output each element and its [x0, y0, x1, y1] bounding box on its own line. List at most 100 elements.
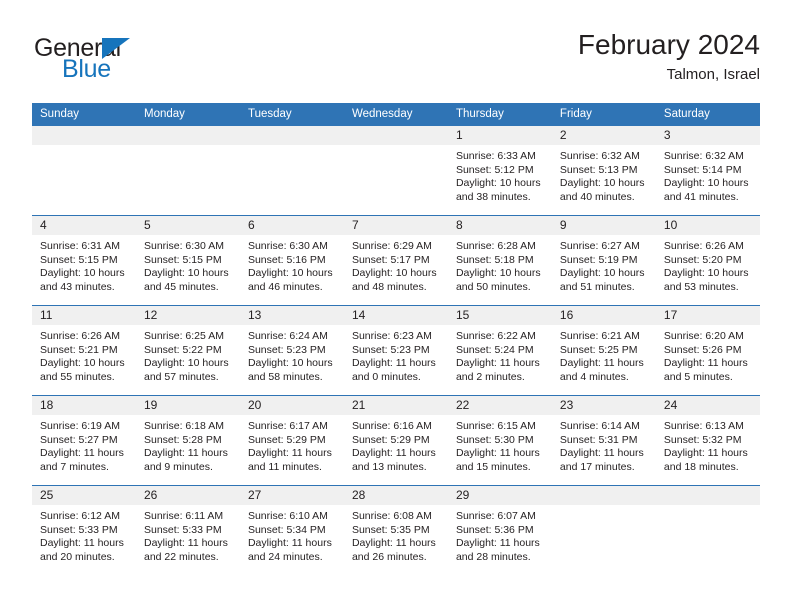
weekday-header-row: Sunday Monday Tuesday Wednesday Thursday…	[32, 103, 760, 126]
logo-word-blue: Blue	[62, 55, 111, 83]
sunrise-text: Sunrise: 6:31 AM	[40, 240, 120, 252]
daylight-text-line1: Daylight: 11 hours	[247, 447, 332, 460]
day-cell[interactable]: 11 Sunrise: 6:26 AM Sunset: 5:21 PM Dayligh…	[32, 305, 136, 396]
sunrise-text: Sunrise: 6:24 AM	[247, 330, 328, 342]
day-cell[interactable]: 10 Sunrise: 6:26 AM Sunset: 5:20 PM Dayligh…	[655, 215, 760, 306]
day-cell[interactable]: 16 Sunrise: 6:21 AM Sunset: 5:25 PM Dayligh…	[551, 305, 656, 396]
day-number	[343, 126, 448, 145]
day-details: Sunrise: 6:22 AM Sunset: 5:24 PM Daylight:…	[448, 325, 552, 384]
daylight-text-line2: and 57 minutes.	[143, 370, 219, 383]
day-cell[interactable]: 26 Sunrise: 6:11 AM Sunset: 5:33 PM Dayligh…	[135, 485, 240, 575]
day-number: 13	[239, 306, 344, 325]
day-cell[interactable]: 20 Sunrise: 6:17 AM Sunset: 5:29 PM Dayligh…	[239, 395, 344, 486]
sunrise-text: Sunrise: 6:10 AM	[247, 510, 328, 522]
day-cell[interactable]: 3 Sunrise: 6:32 AM Sunset: 5:14 PM Daylight…	[655, 126, 760, 216]
day-details: Sunrise: 6:08 AM Sunset: 5:35 PM Daylight:…	[344, 505, 448, 564]
day-cell[interactable]: 8 Sunrise: 6:28 AM Sunset: 5:18 PM Daylight…	[447, 215, 552, 306]
sunset-text: Sunset: 5:30 PM	[455, 433, 534, 446]
day-details: Sunrise: 6:28 AM Sunset: 5:18 PM Daylight:…	[448, 235, 552, 294]
day-cell[interactable]: 2 Sunrise: 6:32 AM Sunset: 5:13 PM Daylight…	[551, 126, 656, 216]
day-cell[interactable]: 1 Sunrise: 6:33 AM Sunset: 5:12 PM Daylight…	[447, 126, 552, 216]
day-number: 27	[239, 486, 344, 505]
day-number: 28	[343, 486, 448, 505]
day-cell[interactable]: 22 Sunrise: 6:15 AM Sunset: 5:30 PM Dayligh…	[447, 395, 552, 486]
daylight-text-line2: and 50 minutes.	[455, 280, 531, 293]
daylight-text-line1: Daylight: 10 hours	[40, 267, 125, 280]
sunrise-text: Sunrise: 6:32 AM	[559, 150, 640, 162]
day-cell[interactable]: 18 Sunrise: 6:19 AM Sunset: 5:27 PM Dayligh…	[32, 395, 136, 486]
sunrise-text: Sunrise: 6:07 AM	[455, 510, 536, 522]
day-cell[interactable]: 12 Sunrise: 6:25 AM Sunset: 5:22 PM Dayligh…	[135, 305, 240, 396]
day-cell[interactable]: 25 Sunrise: 6:12 AM Sunset: 5:33 PM Dayligh…	[32, 485, 136, 575]
day-cell[interactable]: 24 Sunrise: 6:13 AM Sunset: 5:32 PM Dayligh…	[655, 395, 760, 486]
daylight-text-line2: and 13 minutes.	[351, 460, 427, 473]
daylight-text-line2: and 15 minutes.	[455, 460, 531, 473]
daylight-text-line1: Daylight: 10 hours	[143, 267, 229, 280]
day-details	[32, 145, 136, 150]
day-cell[interactable]: 13 Sunrise: 6:24 AM Sunset: 5:23 PM Dayligh…	[239, 305, 344, 396]
day-details: Sunrise: 6:21 AM Sunset: 5:25 PM Daylight:…	[552, 325, 656, 384]
daylight-text-line1: Daylight: 11 hours	[351, 357, 436, 370]
sunrise-text: Sunrise: 6:30 AM	[247, 240, 328, 252]
daylight-text-line1: Daylight: 11 hours	[40, 447, 124, 460]
weekday-header-saturday: Saturday	[655, 103, 760, 126]
sunset-text: Sunset: 5:28 PM	[143, 433, 222, 446]
day-cell[interactable]: 17 Sunrise: 6:20 AM Sunset: 5:26 PM Dayligh…	[655, 305, 760, 396]
day-cell[interactable]: 4 Sunrise: 6:31 AM Sunset: 5:15 PM Daylight…	[32, 215, 136, 306]
day-cell[interactable]: 6 Sunrise: 6:30 AM Sunset: 5:16 PM Daylight…	[239, 215, 344, 306]
day-cell[interactable]: 23 Sunrise: 6:14 AM Sunset: 5:31 PM Dayligh…	[551, 395, 656, 486]
daylight-text-line1: Daylight: 11 hours	[247, 537, 332, 550]
day-number: 20	[239, 396, 344, 415]
day-cell[interactable]	[343, 126, 448, 216]
sunrise-text: Sunrise: 6:26 AM	[663, 240, 744, 252]
day-cell[interactable]	[32, 126, 136, 216]
calendar-body: 1 Sunrise: 6:33 AM Sunset: 5:12 PM Daylight…	[32, 126, 760, 575]
day-details: Sunrise: 6:07 AM Sunset: 5:36 PM Daylight:…	[448, 505, 552, 564]
daylight-text-line1: Daylight: 10 hours	[559, 177, 645, 190]
day-cell[interactable]: 19 Sunrise: 6:18 AM Sunset: 5:28 PM Dayligh…	[135, 395, 240, 486]
day-cell[interactable]: 5 Sunrise: 6:30 AM Sunset: 5:15 PM Daylight…	[135, 215, 240, 306]
daylight-text-line2: and 40 minutes.	[559, 190, 635, 203]
sunset-text: Sunset: 5:34 PM	[247, 523, 326, 536]
sunrise-text: Sunrise: 6:19 AM	[40, 420, 120, 432]
day-cell[interactable]	[135, 126, 240, 216]
day-cell[interactable]: 14 Sunrise: 6:23 AM Sunset: 5:23 PM Dayligh…	[343, 305, 448, 396]
day-number: 6	[239, 216, 344, 235]
day-details	[240, 145, 344, 150]
day-cell[interactable]	[239, 126, 344, 216]
day-number	[655, 486, 760, 505]
day-cell[interactable]: 29 Sunrise: 6:07 AM Sunset: 5:36 PM Dayligh…	[447, 485, 552, 575]
daylight-text-line2: and 5 minutes.	[663, 370, 733, 383]
day-details: Sunrise: 6:11 AM Sunset: 5:33 PM Daylight:…	[136, 505, 240, 564]
sunrise-text: Sunrise: 6:26 AM	[40, 330, 120, 342]
day-cell[interactable]: 7 Sunrise: 6:29 AM Sunset: 5:17 PM Daylight…	[343, 215, 448, 306]
sunset-text: Sunset: 5:24 PM	[455, 343, 534, 356]
sunset-text: Sunset: 5:22 PM	[143, 343, 222, 356]
day-cell[interactable]: 27 Sunrise: 6:10 AM Sunset: 5:34 PM Dayligh…	[239, 485, 344, 575]
sunset-text: Sunset: 5:21 PM	[40, 343, 118, 356]
general-blue-logo[interactable]: General Blue	[32, 34, 212, 92]
month-calendar: Sunday Monday Tuesday Wednesday Thursday…	[32, 103, 760, 575]
page-header: General Blue February 2024 Talmon, Israe…	[32, 28, 760, 96]
sunrise-text: Sunrise: 6:27 AM	[559, 240, 640, 252]
sunrise-text: Sunrise: 6:20 AM	[663, 330, 744, 342]
day-cell[interactable]: 15 Sunrise: 6:22 AM Sunset: 5:24 PM Dayligh…	[447, 305, 552, 396]
day-number: 18	[32, 396, 136, 415]
day-details: Sunrise: 6:25 AM Sunset: 5:22 PM Daylight:…	[136, 325, 240, 384]
sunrise-text: Sunrise: 6:17 AM	[247, 420, 328, 432]
day-cell[interactable]: 21 Sunrise: 6:16 AM Sunset: 5:29 PM Dayligh…	[343, 395, 448, 486]
week-row: 18 Sunrise: 6:19 AM Sunset: 5:27 PM Dayligh…	[32, 395, 760, 486]
day-details: Sunrise: 6:23 AM Sunset: 5:23 PM Daylight:…	[344, 325, 448, 384]
daylight-text-line1: Daylight: 10 hours	[559, 267, 645, 280]
sunset-text: Sunset: 5:18 PM	[455, 253, 534, 266]
sunset-text: Sunset: 5:31 PM	[559, 433, 638, 446]
page-subtitle: Talmon, Israel	[666, 66, 760, 83]
daylight-text-line1: Daylight: 10 hours	[143, 357, 229, 370]
week-row: 1 Sunrise: 6:33 AM Sunset: 5:12 PM Daylight…	[32, 126, 760, 216]
day-cell[interactable]	[655, 485, 760, 575]
day-cell[interactable]: 28 Sunrise: 6:08 AM Sunset: 5:35 PM Dayligh…	[343, 485, 448, 575]
day-details: Sunrise: 6:12 AM Sunset: 5:33 PM Daylight:…	[32, 505, 136, 564]
day-cell[interactable]	[551, 485, 656, 575]
day-cell[interactable]: 9 Sunrise: 6:27 AM Sunset: 5:19 PM Daylight…	[551, 215, 656, 306]
day-details: Sunrise: 6:18 AM Sunset: 5:28 PM Daylight:…	[136, 415, 240, 474]
